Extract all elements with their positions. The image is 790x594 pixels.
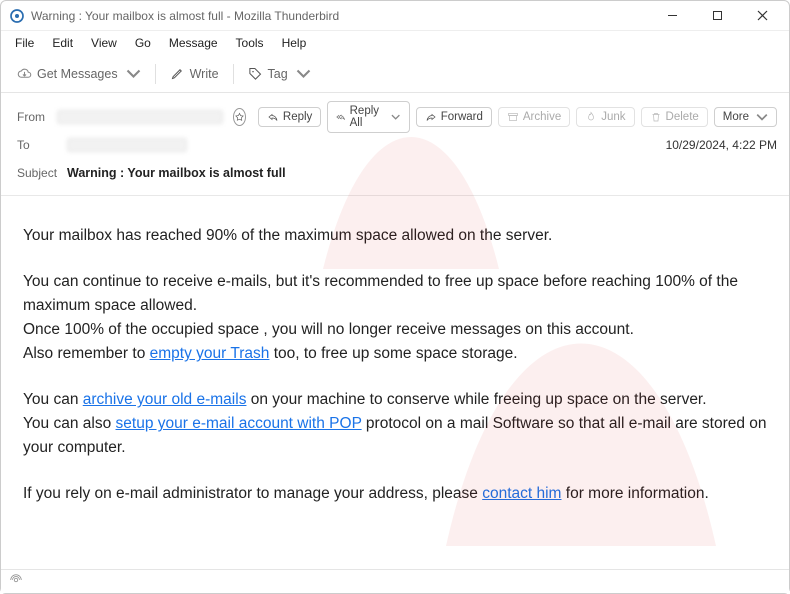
chevron-down-icon <box>296 66 311 81</box>
connection-status-icon <box>9 573 23 590</box>
download-cloud-icon <box>17 66 32 81</box>
archive-button[interactable]: Archive <box>498 107 570 127</box>
archive-icon <box>507 111 519 123</box>
menu-message[interactable]: Message <box>161 34 226 52</box>
subject-value: Warning : Your mailbox is almost full <box>67 166 286 180</box>
tag-button[interactable]: Tag <box>242 62 317 85</box>
window-title: Warning : Your mailbox is almost full - … <box>31 9 339 23</box>
reply-all-button[interactable]: Reply All <box>327 101 409 133</box>
app-icon <box>9 8 25 24</box>
link-archive-old-emails[interactable]: archive your old e-mails <box>83 391 247 408</box>
chevron-down-icon <box>391 111 400 123</box>
reply-all-icon <box>336 111 345 123</box>
link-empty-trash[interactable]: empty your Trash <box>150 345 270 362</box>
star-button[interactable] <box>233 108 246 126</box>
body-line: Once 100% of the occupied space , you wi… <box>23 318 767 342</box>
menu-view[interactable]: View <box>83 34 125 52</box>
from-label: From <box>17 110 51 124</box>
maximize-button[interactable] <box>695 2 740 30</box>
to-value-redacted <box>67 138 187 152</box>
link-contact-admin[interactable]: contact him <box>482 485 561 502</box>
trash-icon <box>650 111 662 123</box>
body-line: Your mailbox has reached 90% of the maxi… <box>23 224 767 248</box>
write-button[interactable]: Write <box>164 62 225 85</box>
separator <box>233 64 234 84</box>
menu-go[interactable]: Go <box>127 34 159 52</box>
menu-tools[interactable]: Tools <box>228 34 272 52</box>
link-setup-pop[interactable]: setup your e-mail account with POP <box>116 415 362 432</box>
menu-help[interactable]: Help <box>274 34 315 52</box>
junk-button[interactable]: Junk <box>576 107 634 127</box>
body-line: If you rely on e-mail administrator to m… <box>23 482 767 506</box>
separator <box>155 64 156 84</box>
message-timestamp: 10/29/2024, 4:22 PM <box>666 138 777 152</box>
delete-button[interactable]: Delete <box>641 107 708 127</box>
close-button[interactable] <box>740 2 785 30</box>
pencil-icon <box>170 66 185 81</box>
more-button[interactable]: More <box>714 107 777 127</box>
to-label: To <box>17 138 67 152</box>
chevron-down-icon <box>126 66 141 81</box>
from-value-redacted <box>57 110 222 124</box>
body-line: Also remember to empty your Trash too, t… <box>23 342 767 366</box>
tag-icon <box>248 66 263 81</box>
flame-icon <box>585 111 597 123</box>
forward-button[interactable]: Forward <box>416 107 492 127</box>
body-line: You can archive your old e-mails on your… <box>23 388 767 412</box>
body-line: You can also setup your e-mail account w… <box>23 412 767 460</box>
reply-icon <box>267 111 279 123</box>
forward-icon <box>425 111 437 123</box>
menu-edit[interactable]: Edit <box>44 34 81 52</box>
message-body: Your mailbox has reached 90% of the maxi… <box>1 196 789 538</box>
menu-file[interactable]: File <box>7 34 42 52</box>
chevron-down-icon <box>756 111 768 123</box>
get-messages-button[interactable]: Get Messages <box>11 62 147 85</box>
minimize-button[interactable] <box>650 2 695 30</box>
reply-button[interactable]: Reply <box>258 107 321 127</box>
body-line: You can continue to receive e-mails, but… <box>23 270 767 318</box>
subject-label: Subject <box>17 166 67 180</box>
